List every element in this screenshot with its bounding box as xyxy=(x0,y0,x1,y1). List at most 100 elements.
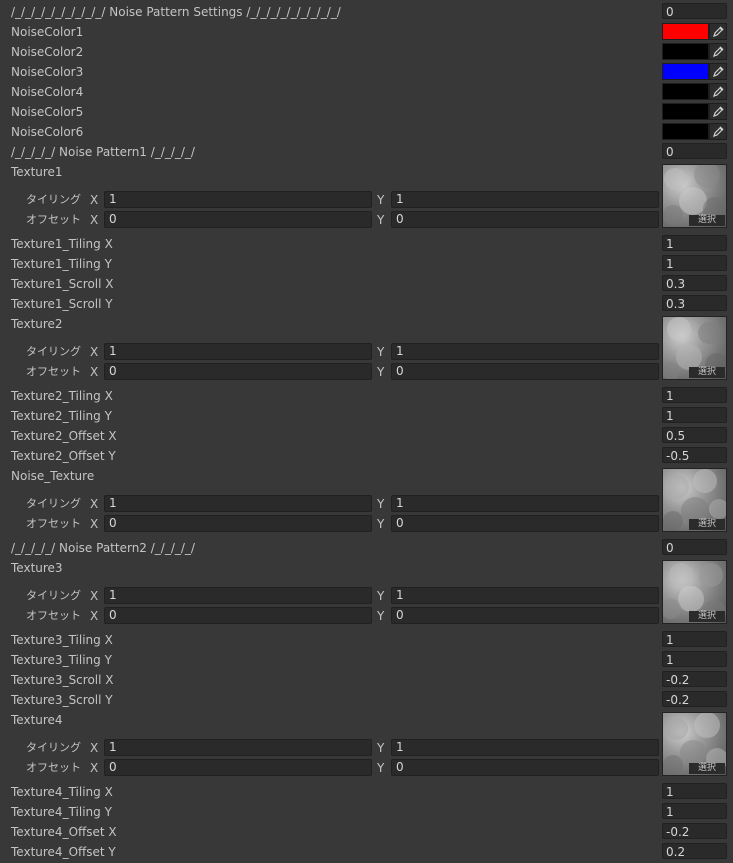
prop-field[interactable]: -0.2 xyxy=(662,823,727,839)
prop-field[interactable]: 1 xyxy=(662,255,727,271)
offset-y-input[interactable]: 0 xyxy=(391,211,659,228)
prop-field[interactable]: 0.2 xyxy=(662,843,727,859)
prop-field[interactable]: -0.2 xyxy=(662,691,727,707)
tiling-y-axis-label: Y xyxy=(377,345,385,359)
texture-thumbnail[interactable]: 選択 xyxy=(662,712,727,776)
offset-x-input[interactable]: 0 xyxy=(104,363,372,380)
offset-y-axis-label: Y xyxy=(377,213,385,227)
offset-y-input[interactable]: 0 xyxy=(391,759,659,776)
prop-row: Texture4_Offset X -0.2 xyxy=(0,822,733,842)
prop-field[interactable]: 0.5 xyxy=(662,427,727,443)
eyedropper-icon xyxy=(713,66,724,77)
texture-select-button[interactable]: 選択 xyxy=(689,763,725,774)
prop-field[interactable]: 1 xyxy=(662,235,727,251)
texture-block-texture4: Texture4 タイリング X 1 Y 1 オフセット X 0 Y 0 選択 xyxy=(0,710,733,786)
noise-pattern2-label: /_/_/_/_/ Noise Pattern2 /_/_/_/_/ xyxy=(11,541,195,555)
prop-label: Texture3_Tiling Y xyxy=(11,653,112,667)
texture-select-button[interactable]: 選択 xyxy=(689,215,725,226)
eyedropper-button[interactable] xyxy=(709,123,727,140)
texture-thumbnail[interactable]: 選択 xyxy=(662,560,727,624)
noise-settings-header-row: /_/_/_/_/_/_/_/_/_/ Noise Pattern Settin… xyxy=(0,2,733,22)
color-swatch-noisecolor3[interactable] xyxy=(662,63,709,80)
noise-pattern1-field[interactable]: 0 xyxy=(662,143,727,159)
tiling-x-axis-label: X xyxy=(90,741,99,755)
prop-field[interactable]: 1 xyxy=(662,803,727,819)
offset-y-input[interactable]: 0 xyxy=(391,363,659,380)
tiling-y-input[interactable]: 1 xyxy=(391,495,659,512)
offset-x-axis-label: X xyxy=(90,609,99,623)
prop-row: Texture2_Tiling X 1 xyxy=(0,386,733,406)
tiling-y-axis-label: Y xyxy=(377,193,385,207)
texture-thumbnail[interactable]: 選択 xyxy=(662,316,727,380)
eyedropper-button[interactable] xyxy=(709,63,727,80)
texture-select-button[interactable]: 選択 xyxy=(689,367,725,378)
prop-row: Texture2_Offset X 0.5 xyxy=(0,426,733,446)
texture-name: Texture3 xyxy=(11,561,63,575)
color-swatch-noisecolor1[interactable] xyxy=(662,23,709,40)
tiling-y-input[interactable]: 1 xyxy=(391,191,659,208)
tiling-label: タイリング xyxy=(26,497,81,510)
texture-block-texture1: Texture1 タイリング X 1 Y 1 オフセット X 0 Y 0 選択 xyxy=(0,162,733,238)
texture-select-button[interactable]: 選択 xyxy=(689,611,725,622)
eyedropper-icon xyxy=(713,106,724,117)
prop-label: Texture3_Tiling X xyxy=(11,633,113,647)
offset-x-input[interactable]: 0 xyxy=(104,211,372,228)
offset-y-input[interactable]: 0 xyxy=(391,607,659,624)
prop-field[interactable]: -0.2 xyxy=(662,671,727,687)
noise-settings-header-field[interactable]: 0 xyxy=(662,3,727,19)
prop-row: Texture3_Tiling Y 1 xyxy=(0,650,733,670)
tiling-x-input[interactable]: 1 xyxy=(104,587,372,604)
prop-field[interactable]: 1 xyxy=(662,783,727,799)
tiling-y-input[interactable]: 1 xyxy=(391,587,659,604)
prop-field[interactable]: 0.3 xyxy=(662,295,727,311)
offset-y-axis-label: Y xyxy=(377,609,385,623)
offset-x-axis-label: X xyxy=(90,213,99,227)
eyedropper-button[interactable] xyxy=(709,103,727,120)
tiling-label: タイリング xyxy=(26,345,81,358)
prop-label: Texture1_Tiling Y xyxy=(11,257,112,271)
tiling-x-input[interactable]: 1 xyxy=(104,343,372,360)
offset-y-axis-label: Y xyxy=(377,365,385,379)
offset-x-input[interactable]: 0 xyxy=(104,759,372,776)
texture-thumbnail[interactable]: 選択 xyxy=(662,164,727,228)
prop-row: Texture3_Tiling X 1 xyxy=(0,630,733,650)
tiling-y-input[interactable]: 1 xyxy=(391,343,659,360)
color-row-noisecolor1: NoiseColor1 xyxy=(0,22,733,42)
color-label: NoiseColor2 xyxy=(11,45,84,59)
offset-y-axis-label: Y xyxy=(377,517,385,531)
texture-select-button[interactable]: 選択 xyxy=(689,519,725,530)
tiling-x-input[interactable]: 1 xyxy=(104,191,372,208)
prop-field[interactable]: 1 xyxy=(662,407,727,423)
offset-x-input[interactable]: 0 xyxy=(104,607,372,624)
prop-row: Texture1_Tiling Y 1 xyxy=(0,254,733,274)
texture-block-noise-texture: Noise_Texture タイリング X 1 Y 1 オフセット X 0 Y … xyxy=(0,466,733,542)
tiling-y-input[interactable]: 1 xyxy=(391,739,659,756)
prop-row: Texture3_Scroll X -0.2 xyxy=(0,670,733,690)
tiling-x-input[interactable]: 1 xyxy=(104,739,372,756)
eyedropper-button[interactable] xyxy=(709,43,727,60)
prop-field[interactable]: 0.3 xyxy=(662,275,727,291)
noise-pattern2-header-row: /_/_/_/_/ Noise Pattern2 /_/_/_/_/ 0 xyxy=(0,538,733,558)
prop-row: Texture1_Scroll X 0.3 xyxy=(0,274,733,294)
prop-label: Texture2_Offset Y xyxy=(11,449,116,463)
texture-thumbnail[interactable]: 選択 xyxy=(662,468,727,532)
tiling-label: タイリング xyxy=(26,193,81,206)
prop-field[interactable]: 1 xyxy=(662,387,727,403)
eyedropper-button[interactable] xyxy=(709,23,727,40)
color-swatch-noisecolor4[interactable] xyxy=(662,83,709,100)
prop-field[interactable]: 1 xyxy=(662,651,727,667)
offset-y-input[interactable]: 0 xyxy=(391,515,659,532)
color-row-noisecolor3: NoiseColor3 xyxy=(0,62,733,82)
color-swatch-noisecolor2[interactable] xyxy=(662,43,709,60)
prop-field[interactable]: -0.5 xyxy=(662,447,727,463)
offset-x-input[interactable]: 0 xyxy=(104,515,372,532)
eyedropper-button[interactable] xyxy=(709,83,727,100)
noise-pattern2-field[interactable]: 0 xyxy=(662,539,727,555)
color-row-noisecolor4: NoiseColor4 xyxy=(0,82,733,102)
color-swatch-noisecolor5[interactable] xyxy=(662,103,709,120)
offset-label: オフセット xyxy=(26,213,81,226)
prop-field[interactable]: 1 xyxy=(662,631,727,647)
color-row-noisecolor6: NoiseColor6 xyxy=(0,122,733,142)
color-swatch-noisecolor6[interactable] xyxy=(662,123,709,140)
tiling-x-input[interactable]: 1 xyxy=(104,495,372,512)
